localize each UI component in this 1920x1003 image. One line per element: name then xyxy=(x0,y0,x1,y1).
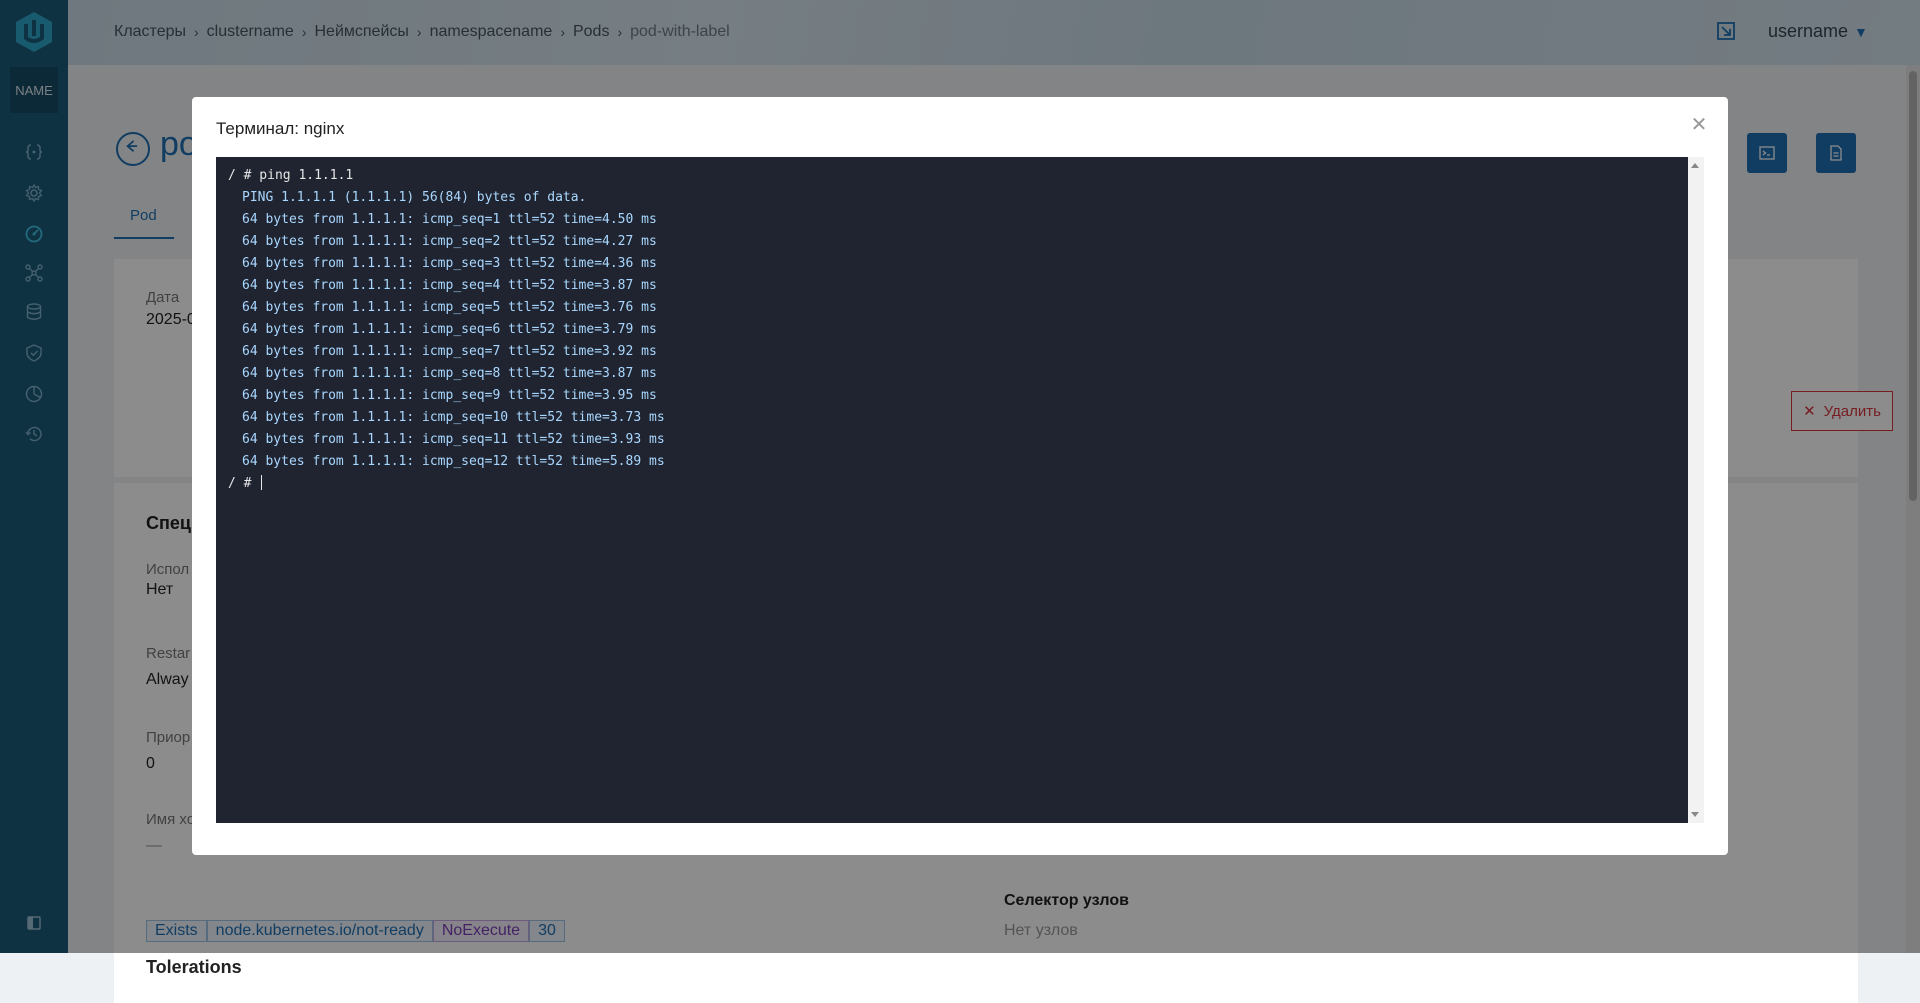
terminal-output-line: 64 bytes from 1.1.1.1: icmp_seq=12 ttl=5… xyxy=(242,454,665,469)
terminal-output-line: PING 1.1.1.1 (1.1.1.1) 56(84) bytes of d… xyxy=(242,190,587,205)
terminal-output-line: 64 bytes from 1.1.1.1: icmp_seq=1 ttl=52… xyxy=(242,212,657,227)
terminal-output-line: 64 bytes from 1.1.1.1: icmp_seq=4 ttl=52… xyxy=(242,278,657,293)
terminal-prompt-line: / # xyxy=(228,473,665,495)
scroll-down-icon[interactable] xyxy=(1691,812,1699,817)
terminal-output-line: 64 bytes from 1.1.1.1: icmp_seq=9 ttl=52… xyxy=(242,388,657,403)
terminal-output-line: 64 bytes from 1.1.1.1: icmp_seq=3 ttl=52… xyxy=(242,256,657,271)
modal-title: Терминал: nginx xyxy=(216,119,345,138)
terminal-output-line: 64 bytes from 1.1.1.1: icmp_seq=7 ttl=52… xyxy=(242,344,657,359)
terminal-output-line: 64 bytes from 1.1.1.1: icmp_seq=8 ttl=52… xyxy=(242,366,657,381)
terminal-prompt-line: / # ping 1.1.1.1 xyxy=(228,168,354,183)
terminal-scrollbar[interactable] xyxy=(1688,157,1704,823)
terminal-output-line: 64 bytes from 1.1.1.1: icmp_seq=5 ttl=52… xyxy=(242,300,657,315)
tolerations-heading: Tolerations xyxy=(146,957,242,977)
terminal-output[interactable]: / # ping 1.1.1.1 PING 1.1.1.1 (1.1.1.1) 5… xyxy=(216,157,1688,823)
terminal-lines: / # ping 1.1.1.1 PING 1.1.1.1 (1.1.1.1) 5… xyxy=(228,165,665,495)
scroll-up-icon[interactable] xyxy=(1691,163,1699,168)
terminal-modal: Терминал: nginx ✕ / # ping 1.1.1.1 PING 1… xyxy=(192,97,1728,855)
terminal-output-line: 64 bytes from 1.1.1.1: icmp_seq=10 ttl=5… xyxy=(242,410,665,425)
terminal-output-line: 64 bytes from 1.1.1.1: icmp_seq=6 ttl=52… xyxy=(242,322,657,337)
close-icon[interactable]: ✕ xyxy=(1688,113,1710,136)
terminal-output-line: 64 bytes from 1.1.1.1: icmp_seq=2 ttl=52… xyxy=(242,234,657,249)
terminal-output-line: 64 bytes from 1.1.1.1: icmp_seq=11 ttl=5… xyxy=(242,432,665,447)
terminal-cursor xyxy=(261,475,263,490)
